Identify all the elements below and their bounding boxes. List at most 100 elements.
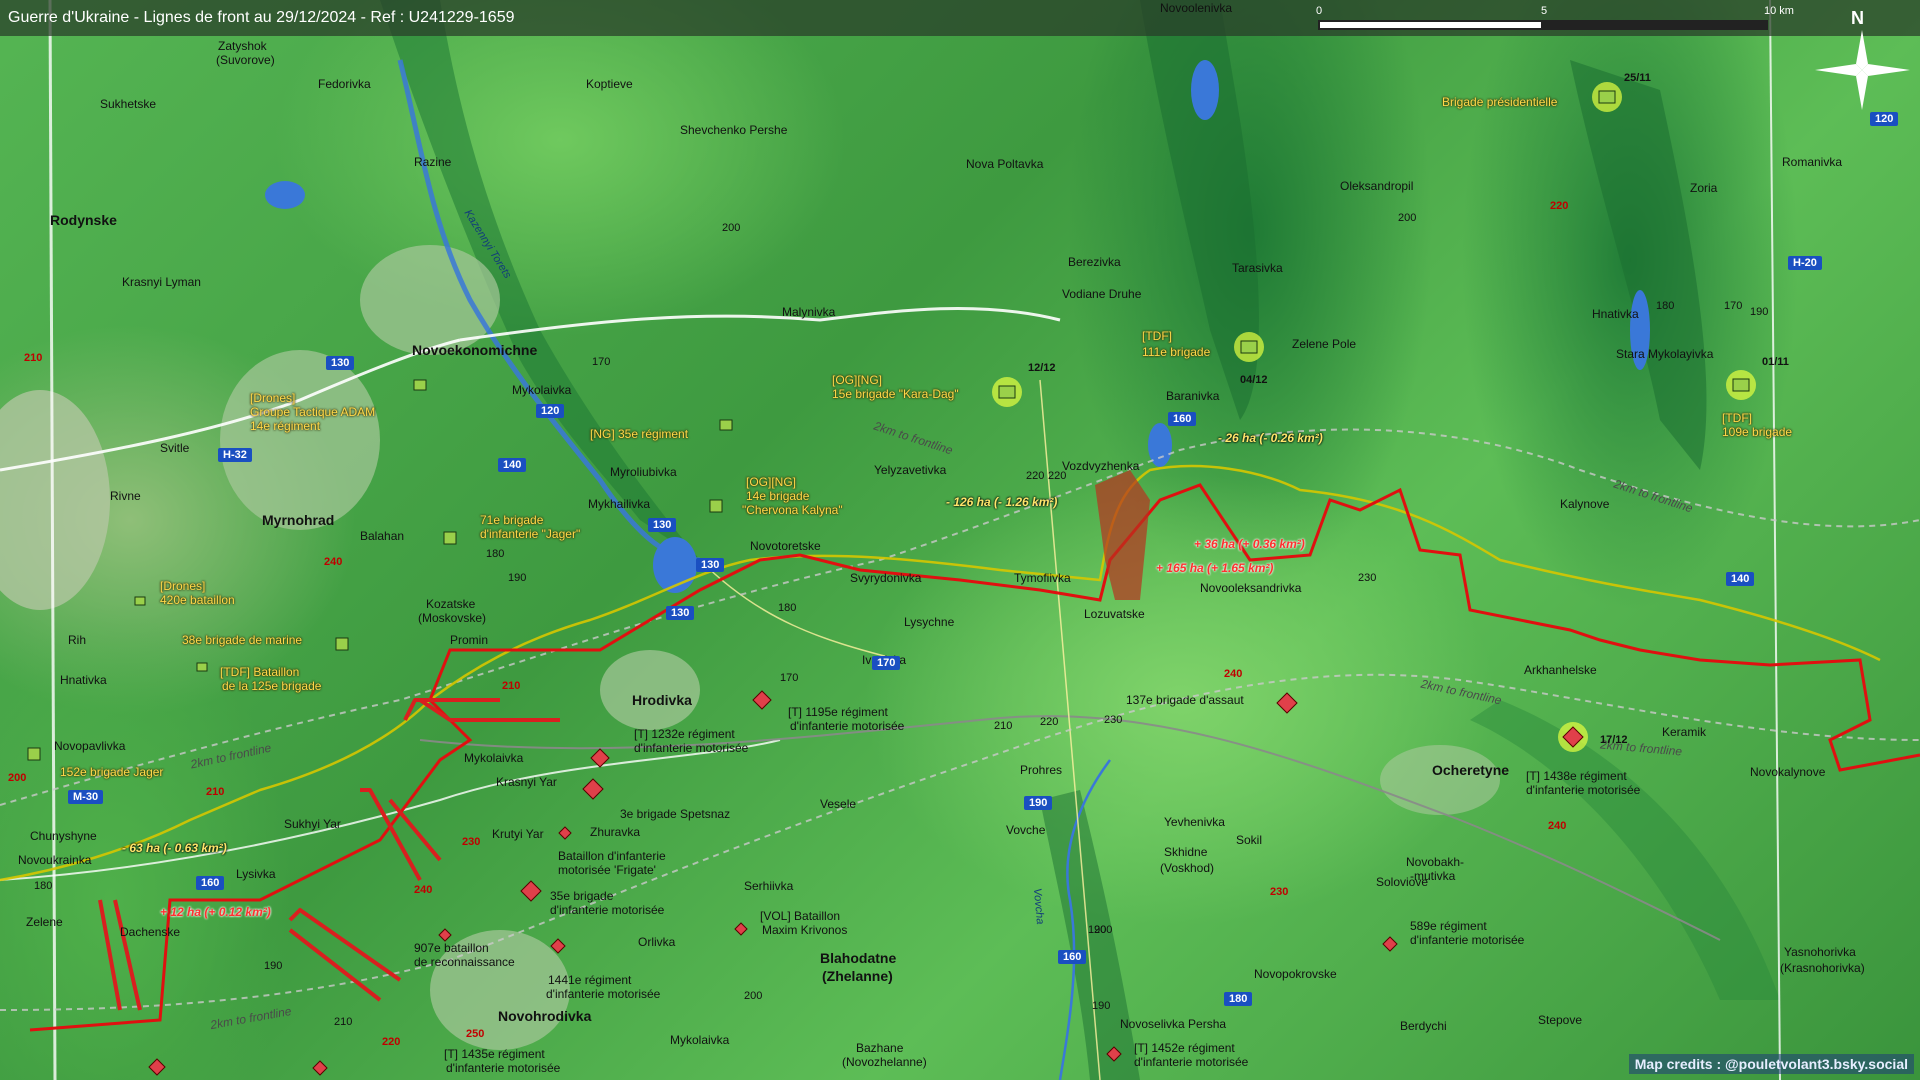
place-label: Orlivka (638, 935, 676, 949)
place-label: Novooleksandrivka (1200, 581, 1302, 595)
enemy-unit-symbol[interactable] (148, 1058, 166, 1076)
elevation-label: 190 (1088, 924, 1107, 936)
place-label: (Voskhod) (1160, 861, 1215, 875)
friendly-unit-symbol[interactable] (708, 498, 724, 514)
friendly-unit-symbol[interactable] (26, 746, 42, 762)
enemy-unit-symbol[interactable] (1556, 720, 1590, 754)
elevation-label: 240 (324, 556, 343, 568)
road-shield: 130 (326, 356, 355, 370)
map-credits[interactable]: Map credits : @pouletvolant3.bsky.social (1628, 1054, 1914, 1074)
enemy-unit-label: 3e brigade Spetsnaz (620, 807, 731, 821)
enemy-unit-symbol[interactable] (312, 1060, 328, 1076)
area-change-label: + 165 ha (+ 1.65 km²) (1156, 561, 1274, 575)
road-shield: H-20 (1788, 256, 1822, 270)
enemy-unit-label: 137e brigade d'assaut (1126, 693, 1244, 707)
road-shield: 120 (536, 404, 565, 418)
urban-area (1380, 745, 1500, 815)
place-label: Vovche (1006, 823, 1046, 837)
place-label: Serhiivka (744, 879, 794, 893)
place-label: Sukhyi Yar (284, 817, 341, 831)
elevation-label: 190 (508, 572, 527, 584)
place-label: Vodiane Druhe (1062, 287, 1142, 301)
enemy-unit-symbol[interactable] (558, 826, 572, 840)
enemy-unit-label: d'infanterie motorisée (790, 719, 905, 733)
place-label: Ocheretyne (1432, 762, 1510, 778)
friendly-unit-label: [Drones] (250, 391, 296, 405)
place-label: Kalynove (1560, 497, 1610, 511)
friendly-unit-symbol[interactable] (134, 596, 146, 606)
road-shield: M-30 (68, 790, 104, 804)
elevation-label: 200 (8, 772, 27, 784)
road-shield: 140 (498, 458, 527, 472)
elevation-label: 210 (502, 680, 521, 692)
friendly-unit-label: Brigade présidentielle (1442, 95, 1558, 109)
friendly-unit-symbol[interactable] (1232, 330, 1266, 364)
enemy-unit-label: d'infanterie motorisée (546, 987, 661, 1001)
elevation-label: 170 (592, 356, 611, 368)
place-label: Arkhanhelske (1524, 663, 1597, 677)
elevation-label: 220 (1048, 470, 1067, 482)
place-label: Zelene (26, 915, 63, 929)
enemy-unit-symbol[interactable] (752, 690, 772, 710)
place-label: Novoselivka Persha (1120, 1017, 1227, 1031)
place-label: Vozdvyzhenka (1062, 459, 1140, 473)
road-shield: 140 (1726, 572, 1755, 586)
enemy-unit-symbol[interactable] (1382, 936, 1398, 952)
enemy-unit-symbol[interactable] (1106, 1046, 1122, 1062)
territory-loss-area (1095, 470, 1150, 600)
enemy-unit-symbol[interactable] (734, 922, 748, 936)
place-label: Zhuravka (590, 825, 641, 839)
place-label: (Zhelanne) (822, 968, 893, 984)
enemy-unit-symbol[interactable] (550, 938, 566, 954)
place-label: Skhidne (1164, 845, 1208, 859)
enemy-unit-symbol[interactable] (582, 778, 604, 800)
elevation-label: 230 (1270, 886, 1289, 898)
elevation-label: 240 (1548, 820, 1567, 832)
area-change-label: + 12 ha (+ 0.12 km²) (160, 905, 271, 919)
friendly-unit-label: 38e brigade de marine (182, 633, 303, 647)
friendly-unit-label: [TDF] (1722, 411, 1752, 425)
place-label: Vesele (820, 797, 857, 811)
road-shield: 160 (1168, 412, 1197, 426)
friendly-unit-symbol[interactable] (196, 662, 208, 672)
place-label: Berezivka (1068, 255, 1121, 269)
place-label: Novotoretske (750, 539, 821, 553)
place-label: Baranivka (1166, 389, 1220, 403)
place-label: Myroliubivka (610, 465, 677, 479)
friendly-unit-symbol[interactable] (1590, 80, 1624, 114)
enemy-unit-label: 907e bataillon (414, 941, 489, 955)
friendly-unit-symbol[interactable] (412, 378, 428, 392)
map-title: Guerre d'Ukraine - Lignes de front au 29… (8, 9, 515, 26)
map-vector-layer (0, 0, 1920, 1080)
enemy-unit-symbol[interactable] (520, 880, 542, 902)
friendly-unit-symbol[interactable] (1724, 368, 1758, 402)
friendly-unit-symbol[interactable] (718, 418, 734, 432)
place-label: Kozatske (426, 597, 476, 611)
enemy-unit-symbol[interactable] (1276, 692, 1298, 714)
friendly-unit-symbol[interactable] (442, 530, 458, 546)
elevation-label: 170 (1724, 300, 1743, 312)
elevation-label: 180 (486, 548, 505, 560)
place-label: Dachenske (120, 925, 181, 939)
north-label: N (1851, 8, 1864, 28)
elevation-label: 190 (1092, 1000, 1111, 1012)
place-label: Tarasivka (1232, 261, 1283, 275)
enemy-unit-label: d'infanterie motorisée (550, 903, 665, 917)
road-main (1769, 0, 1781, 1080)
elevation-label: 190 (1750, 306, 1769, 318)
friendly-unit-symbol[interactable] (334, 636, 350, 652)
place-label: Sokil (1236, 833, 1263, 847)
place-label: Stepove (1538, 1013, 1583, 1027)
friendly-unit-symbol[interactable] (990, 375, 1024, 409)
enemy-unit-label: 1441e régiment (548, 973, 632, 987)
lake (265, 181, 305, 209)
enemy-unit-symbol[interactable] (590, 748, 610, 768)
enemy-unit-symbol[interactable] (438, 928, 452, 942)
friendly-unit-label: 111e brigade (1142, 345, 1211, 359)
place-label: Krasnyi Lyman (122, 275, 201, 289)
front-line-map[interactable]: Guerre d'Ukraine - Lignes de front au 29… (0, 0, 1920, 1080)
place-label: Oleksandropil (1340, 179, 1414, 193)
friendly-unit-label: Groupe Tactique ADAM (250, 405, 376, 419)
elevation-label: 250 (466, 1028, 485, 1040)
enemy-unit-label: d'infanterie motorisée (446, 1061, 561, 1075)
